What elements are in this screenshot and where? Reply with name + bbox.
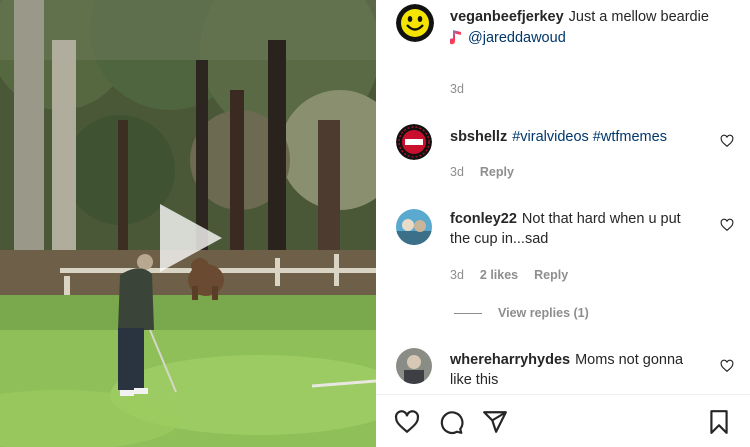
video-player[interactable] bbox=[0, 0, 376, 447]
comment-icon[interactable] bbox=[438, 409, 464, 435]
comment-username[interactable]: whereharryhydes bbox=[450, 352, 570, 368]
reply-button[interactable]: Reply bbox=[534, 268, 568, 282]
replies-divider bbox=[454, 312, 482, 314]
comment-hashtags[interactable]: #viralvideos #wtfmemes bbox=[512, 129, 667, 145]
heart-icon[interactable] bbox=[394, 409, 420, 435]
comment-meta: 3d Reply bbox=[450, 165, 514, 179]
caption-text: veganbeefjerkey Just a mellow beardie @ja… bbox=[450, 7, 720, 48]
comment-time: 3d bbox=[450, 268, 464, 282]
avatar[interactable] bbox=[396, 4, 434, 42]
view-replies-label: View replies (1) bbox=[498, 306, 589, 320]
caption-body: Just a mellow beardie bbox=[568, 9, 709, 25]
comment-text: whereharryhydes Moms not gonna like this bbox=[450, 350, 700, 390]
avatar[interactable] bbox=[396, 348, 432, 384]
bookmark-icon[interactable] bbox=[706, 409, 732, 435]
like-heart-icon[interactable] bbox=[720, 359, 734, 373]
caption-meta: 3d bbox=[450, 82, 464, 96]
share-icon[interactable] bbox=[482, 409, 508, 435]
comment-username[interactable]: sbshellz bbox=[450, 129, 507, 145]
comment-username[interactable]: fconley22 bbox=[450, 211, 517, 227]
like-heart-icon[interactable] bbox=[720, 218, 734, 232]
caption-username[interactable]: veganbeefjerkey bbox=[450, 9, 564, 25]
comment-time: 3d bbox=[450, 165, 464, 179]
play-icon[interactable] bbox=[152, 200, 228, 276]
like-heart-icon[interactable] bbox=[720, 134, 734, 148]
comment-likes[interactable]: 2 likes bbox=[480, 268, 518, 282]
comments-panel: veganbeefjerkey Just a mellow beardie @ja… bbox=[376, 0, 750, 447]
caption-time: 3d bbox=[450, 82, 464, 96]
music-mention[interactable]: @jareddawoud bbox=[468, 28, 566, 48]
comment-text: sbshellz #viralvideos #wtfmemes bbox=[450, 127, 710, 147]
comment-text: fconley22 Not that hard when u put the cu… bbox=[450, 209, 700, 249]
view-replies-button[interactable]: View replies (1) bbox=[454, 306, 589, 320]
action-bar bbox=[376, 394, 750, 447]
music-note-icon bbox=[450, 30, 461, 45]
reply-button[interactable]: Reply bbox=[480, 165, 514, 179]
comment-meta: 3d 2 likes Reply bbox=[450, 268, 568, 282]
avatar[interactable] bbox=[396, 209, 432, 245]
avatar[interactable] bbox=[396, 124, 432, 160]
